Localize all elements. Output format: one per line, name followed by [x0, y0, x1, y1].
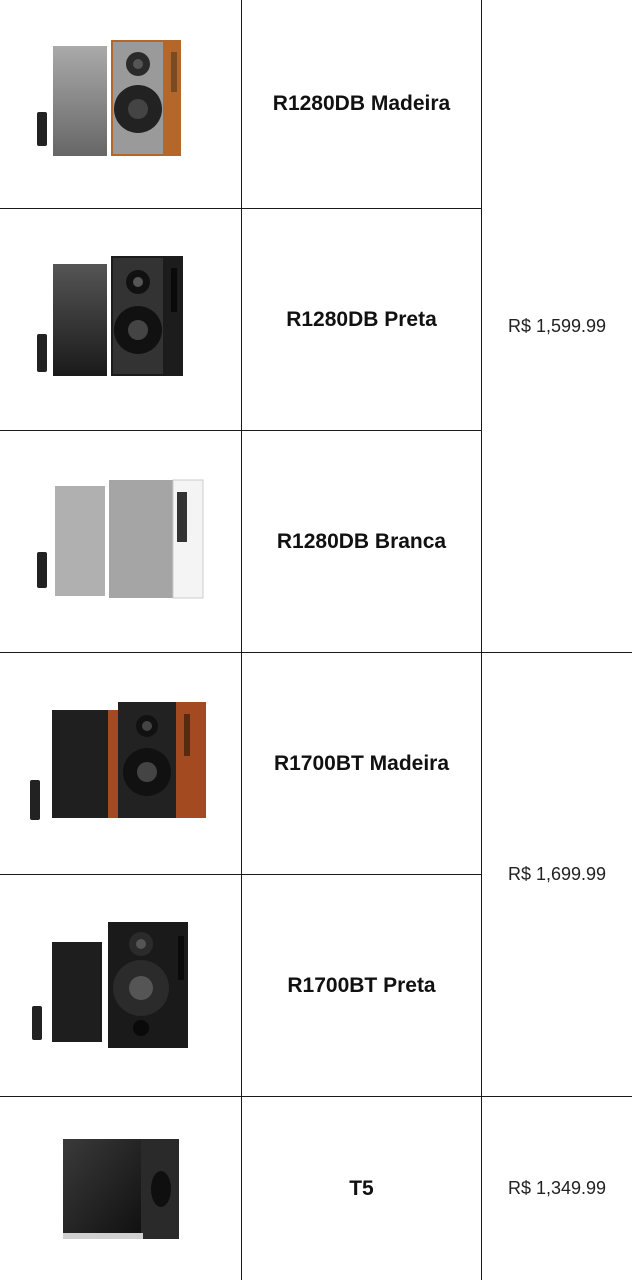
product-image-cell [0, 0, 241, 208]
product-name: T5 [349, 1176, 374, 1200]
speaker-pair-wood-black-icon [29, 701, 206, 820]
speaker-pair-wood-icon [36, 40, 181, 156]
speaker-pair-black-icon [31, 921, 188, 1048]
product-name: R1280DB Preta [286, 307, 437, 331]
product-image-cell [0, 875, 241, 1096]
product-image-cell [0, 1097, 241, 1280]
speaker-pair-black-icon [36, 255, 183, 376]
price-value: R$ 1,599.99 [507, 315, 607, 336]
product-image-cell [0, 209, 241, 430]
product-name: R1280DB Madeira [272, 92, 451, 115]
product-image-cell [0, 653, 241, 874]
speaker-pair-white-icon [36, 479, 203, 598]
product-image-cell [0, 431, 241, 652]
product-name: R1700BT Madeira [273, 751, 450, 775]
product-price-table: R1280DB Madeira R1280DB Preta R1280DB Br… [0, 0, 632, 1280]
product-name: R1280DB Branca [276, 529, 447, 553]
product-name: R1700BT Preta [287, 973, 436, 997]
price-value: R$ 1,699.99 [507, 864, 607, 884]
subwoofer-icon [62, 1138, 179, 1239]
price-value: R$ 1,349.99 [507, 1178, 607, 1198]
